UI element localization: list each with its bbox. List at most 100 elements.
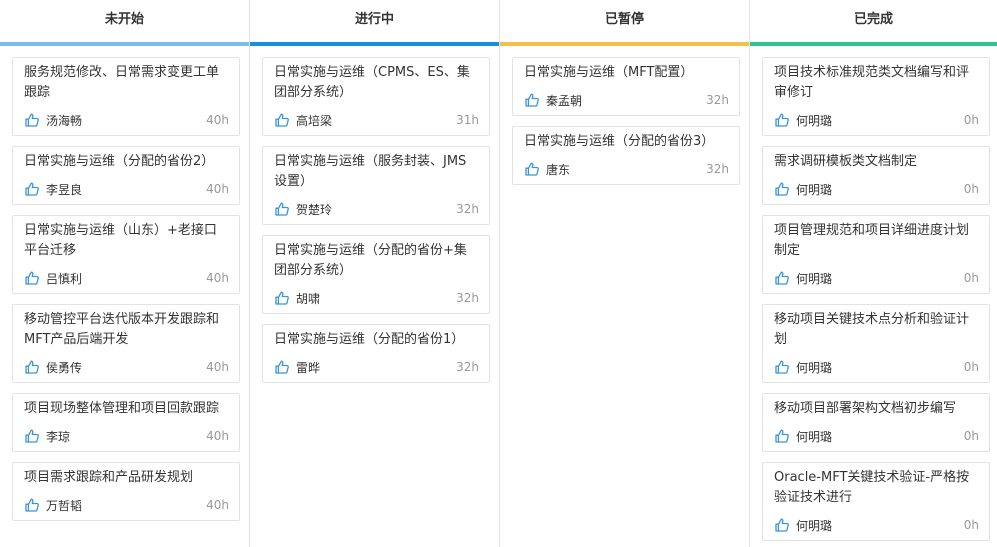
thumbs-up-icon[interactable] — [24, 497, 40, 513]
task-title: 移动管控平台迭代版本开发跟踪和MFT产品后端开发 — [24, 312, 220, 347]
task-hours: 40h — [206, 498, 229, 512]
task-hours: 32h — [456, 202, 479, 216]
task-footer: 何明璐 0h — [774, 425, 979, 447]
task-title: 日常实施与运维（CPMS、ES、集团部分系统） — [274, 65, 470, 100]
task-footer: 汤海畅 40h — [24, 109, 229, 131]
thumbs-up-icon[interactable] — [274, 112, 290, 128]
task-title: Oracle-MFT关键技术验证-严格按验证技术进行 — [774, 470, 970, 505]
thumbs-up-icon[interactable] — [24, 112, 40, 128]
task-card[interactable]: 日常实施与运维（CPMS、ES、集团部分系统） 高培梁 31h — [262, 57, 490, 136]
task-title: 项目需求跟踪和产品研发规划 — [24, 470, 194, 485]
task-card[interactable]: 日常实施与运维（服务封装、JMS设置） 贺楚玲 32h — [262, 146, 490, 225]
task-card[interactable]: 移动项目部署架构文档初步编写 何明璐 0h — [762, 393, 990, 452]
task-card[interactable]: 日常实施与运维（分配的省份2） 李昱良 40h — [12, 146, 240, 205]
task-hours: 0h — [963, 182, 979, 196]
thumbs-up-icon[interactable] — [524, 161, 540, 177]
task-title: 日常实施与运维（MFT配置） — [524, 65, 694, 80]
thumbs-up-icon[interactable] — [24, 270, 40, 286]
task-card[interactable]: 日常实施与运维（分配的省份3） 唐东 32h — [512, 126, 740, 185]
task-footer: 何明璐 0h — [774, 514, 979, 536]
task-footer: 侯勇传 40h — [24, 356, 229, 378]
task-hours: 32h — [456, 360, 479, 374]
task-card[interactable]: 移动管控平台迭代版本开发跟踪和MFT产品后端开发 侯勇传 40h — [12, 304, 240, 383]
task-title: 日常实施与运维（服务封装、JMS设置） — [274, 154, 467, 189]
thumbs-up-icon[interactable] — [774, 112, 790, 128]
card-list: 日常实施与运维（MFT配置） 秦孟朝 32h 日常实施与运维（分配的省份3） 唐… — [500, 46, 749, 185]
assignee-name: 高培梁 — [296, 113, 333, 128]
task-hours: 0h — [963, 429, 979, 443]
assignee-name: 何明璐 — [796, 271, 833, 286]
task-title: 日常实施与运维（分配的省份1） — [274, 332, 465, 347]
task-card[interactable]: 项目需求跟踪和产品研发规划 万哲韬 40h — [12, 462, 240, 521]
thumbs-up-icon[interactable] — [24, 359, 40, 375]
task-title: 项目管理规范和项目详细进度计划制定 — [774, 223, 970, 258]
thumbs-up-icon[interactable] — [774, 359, 790, 375]
thumbs-up-icon[interactable] — [274, 201, 290, 217]
thumbs-up-icon[interactable] — [524, 92, 540, 108]
task-hours: 0h — [963, 360, 979, 374]
task-footer: 唐东 32h — [524, 158, 729, 180]
task-card[interactable]: Oracle-MFT关键技术验证-严格按验证技术进行 何明璐 0h — [762, 462, 990, 541]
task-hours: 0h — [963, 271, 979, 285]
assignee-name: 李昱良 — [46, 182, 83, 197]
task-footer: 何明璐 0h — [774, 178, 979, 200]
thumbs-up-icon[interactable] — [274, 290, 290, 306]
task-footer: 何明璐 0h — [774, 109, 979, 131]
task-hours: 0h — [963, 518, 979, 532]
thumbs-up-icon[interactable] — [774, 270, 790, 286]
task-footer: 李昱良 40h — [24, 178, 229, 200]
task-footer: 雷晔 32h — [274, 356, 479, 378]
task-title: 日常实施与运维（分配的省份2） — [24, 154, 215, 169]
kanban-board: 未开始 服务规范修改、日常需求变更工单跟踪 汤海畅 40h 日常实施与运维（分配… — [0, 0, 997, 547]
task-card[interactable]: 服务规范修改、日常需求变更工单跟踪 汤海畅 40h — [12, 57, 240, 136]
task-card[interactable]: 日常实施与运维（分配的省份1） 雷晔 32h — [262, 324, 490, 383]
assignee-name: 万哲韬 — [46, 498, 83, 513]
assignee-name: 贺楚玲 — [296, 202, 333, 217]
assignee-name: 何明璐 — [796, 360, 833, 375]
card-list: 服务规范修改、日常需求变更工单跟踪 汤海畅 40h 日常实施与运维（分配的省份2… — [0, 46, 249, 521]
column-header: 未开始 — [0, 0, 249, 46]
column-header: 已完成 — [750, 0, 997, 46]
card-list: 项目技术标准规范类文档编写和评审修订 何明璐 0h 需求调研模板类文档制定 何明… — [750, 46, 997, 541]
task-card[interactable]: 需求调研模板类文档制定 何明璐 0h — [762, 146, 990, 205]
thumbs-up-icon[interactable] — [24, 428, 40, 444]
task-title: 日常实施与运维（分配的省份3） — [524, 134, 715, 149]
column-header: 进行中 — [250, 0, 499, 46]
thumbs-up-icon[interactable] — [774, 517, 790, 533]
task-card[interactable]: 项目现场整体管理和项目回款跟踪 李琼 40h — [12, 393, 240, 452]
task-footer: 贺楚玲 32h — [274, 198, 479, 220]
task-hours: 32h — [456, 291, 479, 305]
task-hours: 0h — [963, 113, 979, 127]
thumbs-up-icon[interactable] — [774, 181, 790, 197]
task-card[interactable]: 项目技术标准规范类文档编写和评审修订 何明璐 0h — [762, 57, 990, 136]
column-not-started: 未开始 服务规范修改、日常需求变更工单跟踪 汤海畅 40h 日常实施与运维（分配… — [0, 0, 250, 547]
assignee-name: 侯勇传 — [46, 360, 83, 375]
thumbs-up-icon[interactable] — [774, 428, 790, 444]
task-title: 日常实施与运维（分配的省份+集团部分系统） — [274, 243, 467, 278]
task-footer: 吕慎利 40h — [24, 267, 229, 289]
assignee-name: 汤海畅 — [46, 113, 83, 128]
task-card[interactable]: 项目管理规范和项目详细进度计划制定 何明璐 0h — [762, 215, 990, 294]
assignee-name: 何明璐 — [796, 113, 833, 128]
assignee-name: 唐东 — [546, 162, 571, 177]
task-title: 项目技术标准规范类文档编写和评审修订 — [774, 65, 970, 100]
assignee-name: 李琼 — [46, 429, 71, 444]
column-done: 已完成 项目技术标准规范类文档编写和评审修订 何明璐 0h 需求调研模板类文档制… — [750, 0, 997, 547]
task-title: 项目现场整体管理和项目回款跟踪 — [24, 401, 220, 416]
task-card[interactable]: 日常实施与运维（MFT配置） 秦孟朝 32h — [512, 57, 740, 116]
thumbs-up-icon[interactable] — [24, 181, 40, 197]
task-footer: 高培梁 31h — [274, 109, 479, 131]
task-card[interactable]: 移动项目关键技术点分析和验证计划 何明璐 0h — [762, 304, 990, 383]
assignee-name: 何明璐 — [796, 429, 833, 444]
task-hours: 31h — [456, 113, 479, 127]
card-list: 日常实施与运维（CPMS、ES、集团部分系统） 高培梁 31h 日常实施与运维（… — [250, 46, 499, 383]
task-title: 日常实施与运维（山东）+老接口平台迁移 — [24, 223, 217, 258]
assignee-name: 何明璐 — [796, 182, 833, 197]
column-in-progress: 进行中 日常实施与运维（CPMS、ES、集团部分系统） 高培梁 31h 日常实施… — [250, 0, 500, 547]
assignee-name: 何明璐 — [796, 518, 833, 533]
thumbs-up-icon[interactable] — [274, 359, 290, 375]
task-card[interactable]: 日常实施与运维（山东）+老接口平台迁移 吕慎利 40h — [12, 215, 240, 294]
task-card[interactable]: 日常实施与运维（分配的省份+集团部分系统） 胡啸 32h — [262, 235, 490, 314]
task-hours: 40h — [206, 271, 229, 285]
task-footer: 何明璐 0h — [774, 356, 979, 378]
